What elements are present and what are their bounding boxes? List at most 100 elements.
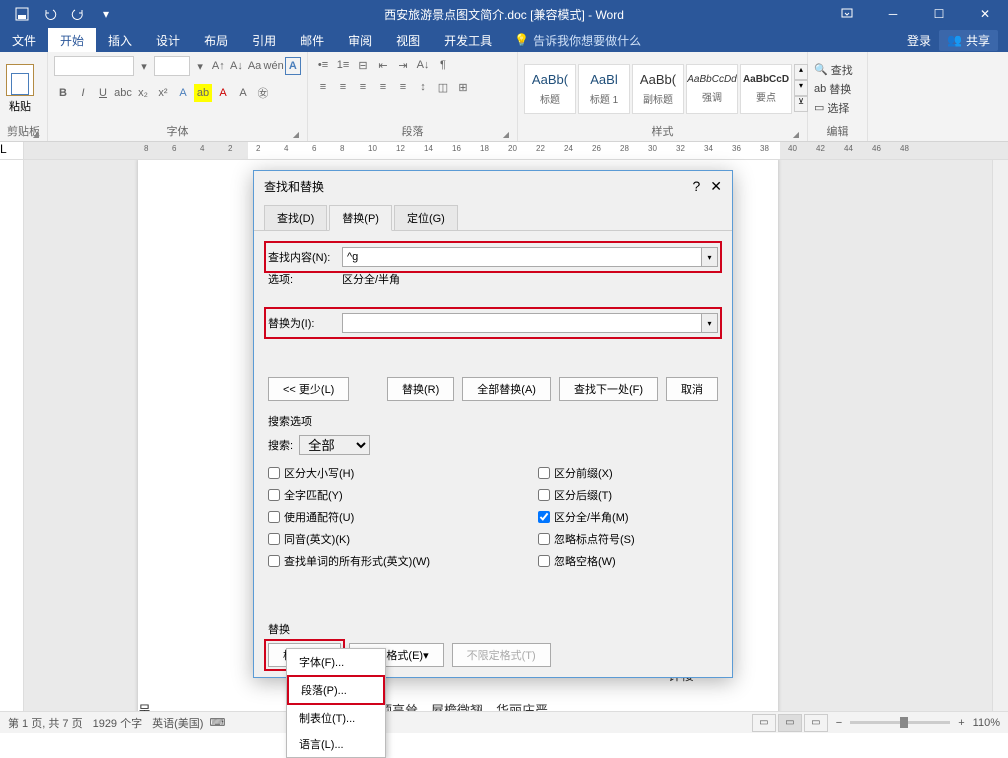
font-color-icon[interactable]: A: [214, 84, 232, 102]
paragraph-launcher-icon[interactable]: ◢: [503, 130, 509, 139]
char-shading-icon[interactable]: A: [234, 84, 252, 102]
zoom-level[interactable]: 110%: [973, 717, 1000, 729]
shading-icon[interactable]: ◫: [434, 78, 452, 96]
view-print-icon[interactable]: ▭: [778, 714, 802, 732]
style-scroll[interactable]: ▴▾⊻: [794, 64, 808, 114]
fontsize-drop-icon[interactable]: ▾: [192, 57, 208, 75]
find-input[interactable]: [342, 247, 702, 267]
login-link[interactable]: 登录: [907, 32, 931, 49]
italic-icon[interactable]: I: [74, 84, 92, 102]
replace-one-button[interactable]: 替换(R): [387, 377, 454, 401]
align-right-icon[interactable]: ≡: [354, 78, 372, 96]
noformat-button[interactable]: 不限定格式(T): [452, 643, 551, 667]
cancel-button[interactable]: 取消: [666, 377, 718, 401]
bullets-icon[interactable]: •≡: [314, 56, 332, 74]
clipboard-launcher-icon[interactable]: ◢: [33, 130, 39, 139]
fontname-input[interactable]: [54, 56, 134, 76]
dtab-find[interactable]: 查找(D): [264, 205, 327, 230]
maximize-icon[interactable]: ☐: [916, 0, 962, 28]
insert-mode-icon[interactable]: ⌨: [209, 716, 225, 729]
replace-drop-icon[interactable]: ▾: [702, 313, 718, 333]
distribute-icon[interactable]: ≡: [394, 78, 412, 96]
replace-input[interactable]: [342, 313, 702, 333]
tab-devtools[interactable]: 开发工具: [432, 28, 504, 52]
superscript-icon[interactable]: x²: [154, 84, 172, 102]
tab-view[interactable]: 视图: [384, 28, 432, 52]
dtab-goto[interactable]: 定位(G): [394, 205, 458, 230]
char-border-icon[interactable]: A: [285, 57, 301, 75]
style-gallery[interactable]: AaBb(标题 AaBl标题 1 AaBb(副标题 AaBbCcDd强调 AaB…: [524, 64, 808, 114]
decrease-indent-icon[interactable]: ⇤: [374, 56, 392, 74]
chk-word-forms[interactable]: 查找单词的所有形式(英文)(W): [268, 553, 538, 569]
change-case-icon[interactable]: Aa: [247, 57, 263, 75]
share-button[interactable]: 👥共享: [939, 30, 998, 51]
phonetic-icon[interactable]: wén: [265, 57, 283, 75]
menu-paragraph[interactable]: 段落(P)...: [287, 675, 385, 705]
undo-icon[interactable]: [36, 0, 64, 28]
find-next-button[interactable]: 查找下一处(F): [559, 377, 658, 401]
find-drop-icon[interactable]: ▾: [702, 247, 718, 267]
align-center-icon[interactable]: ≡: [334, 78, 352, 96]
line-spacing-icon[interactable]: ↕: [414, 78, 432, 96]
underline-icon[interactable]: U: [94, 84, 112, 102]
style-item-strong[interactable]: AaBbCcD要点: [740, 64, 792, 114]
chk-match-prefix[interactable]: 区分前缀(X): [538, 465, 718, 481]
subscript-icon[interactable]: x₂: [134, 84, 152, 102]
find-button[interactable]: 🔍 查找: [814, 62, 853, 78]
bold-icon[interactable]: B: [54, 84, 72, 102]
style-item-title[interactable]: AaBb(标题: [524, 64, 576, 114]
qat-more-icon[interactable]: ▾: [92, 0, 120, 28]
numbering-icon[interactable]: 1≡: [334, 56, 352, 74]
minimize-icon[interactable]: ─: [870, 0, 916, 28]
multilevel-icon[interactable]: ⊟: [354, 56, 372, 74]
tab-insert[interactable]: 插入: [96, 28, 144, 52]
ruler-corner[interactable]: L: [0, 142, 24, 159]
dialog-help-icon[interactable]: ?: [692, 178, 700, 195]
zoom-slider[interactable]: [850, 721, 950, 724]
zoom-in-icon[interactable]: +: [958, 717, 964, 729]
tab-layout[interactable]: 布局: [192, 28, 240, 52]
search-direction-select[interactable]: 全部: [299, 435, 370, 455]
zoom-out-icon[interactable]: −: [836, 717, 842, 729]
chk-wildcards[interactable]: 使用通配符(U): [268, 509, 538, 525]
replace-button[interactable]: ab 替换: [814, 81, 853, 97]
strike-icon[interactable]: abc: [114, 84, 132, 102]
chk-full-half-width[interactable]: 区分全/半角(M): [538, 509, 718, 525]
view-web-icon[interactable]: ▭: [804, 714, 828, 732]
chk-ignore-punct[interactable]: 忽略标点符号(S): [538, 531, 718, 547]
language-indicator[interactable]: 英语(美国): [152, 715, 203, 731]
replace-all-button[interactable]: 全部替换(A): [462, 377, 551, 401]
fontname-drop-icon[interactable]: ▾: [136, 57, 152, 75]
less-button[interactable]: << 更少(L): [268, 377, 349, 401]
menu-font[interactable]: 字体(F)...: [287, 649, 385, 675]
close-icon[interactable]: ✕: [962, 0, 1008, 28]
dialog-titlebar[interactable]: 查找和替换 ? ✕: [254, 171, 732, 201]
page-count[interactable]: 第 1 页, 共 7 页: [8, 715, 83, 731]
highlight-icon[interactable]: ab: [194, 84, 212, 102]
decrease-font-icon[interactable]: A↓: [228, 57, 244, 75]
word-count[interactable]: 1929 个字: [93, 715, 143, 731]
show-marks-icon[interactable]: ¶: [434, 56, 452, 74]
font-launcher-icon[interactable]: ◢: [293, 130, 299, 139]
tab-references[interactable]: 引用: [240, 28, 288, 52]
chk-ignore-space[interactable]: 忽略空格(W): [538, 553, 718, 569]
tab-mailings[interactable]: 邮件: [288, 28, 336, 52]
style-item-emphasis[interactable]: AaBbCcDd强调: [686, 64, 738, 114]
redo-icon[interactable]: [64, 0, 92, 28]
horizontal-ruler[interactable]: 8642246810121416182022242628303234363840…: [24, 142, 1008, 159]
align-left-icon[interactable]: ≡: [314, 78, 332, 96]
sort-icon[interactable]: A↓: [414, 56, 432, 74]
style-item-heading1[interactable]: AaBl标题 1: [578, 64, 630, 114]
save-icon[interactable]: [8, 0, 36, 28]
dialog-close-icon[interactable]: ✕: [710, 178, 722, 195]
ribbon-options-icon[interactable]: [824, 0, 870, 28]
text-effects-icon[interactable]: A: [174, 84, 192, 102]
paste-button[interactable]: 粘贴: [6, 64, 34, 114]
fontsize-input[interactable]: [154, 56, 190, 76]
tab-design[interactable]: 设计: [144, 28, 192, 52]
select-button[interactable]: ▭ 选择: [814, 100, 853, 116]
tab-review[interactable]: 审阅: [336, 28, 384, 52]
increase-font-icon[interactable]: A↑: [210, 57, 226, 75]
increase-indent-icon[interactable]: ⇥: [394, 56, 412, 74]
dtab-replace[interactable]: 替换(P): [329, 205, 392, 231]
